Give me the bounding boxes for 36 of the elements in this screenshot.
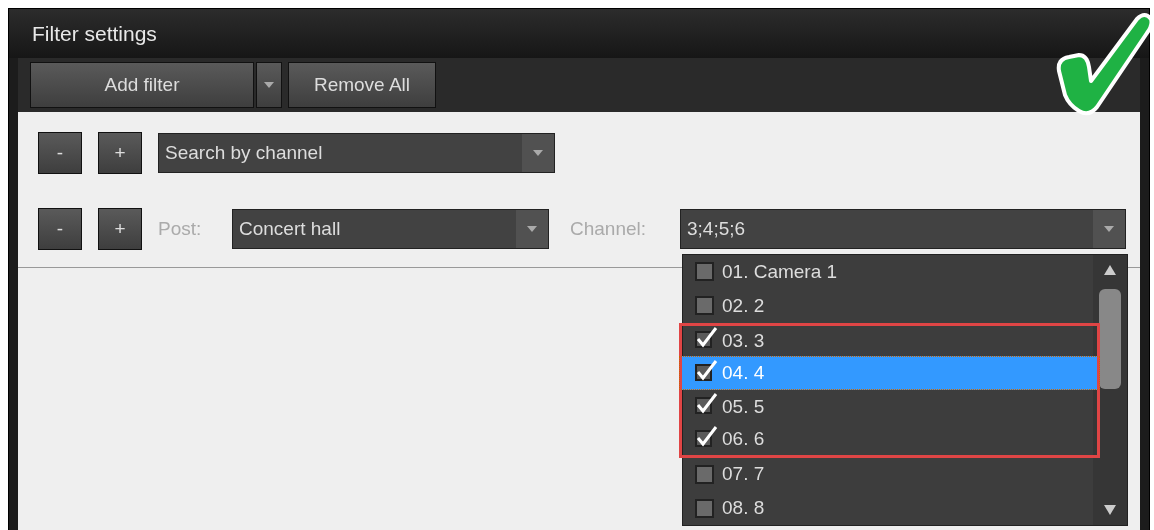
channel-item[interactable]: 02. 2 (685, 288, 1091, 323)
dropdown-arrow-icon (1104, 226, 1114, 232)
checkbox[interactable] (695, 262, 714, 282)
scrollbar[interactable] (1093, 255, 1127, 525)
dropdown-value: Search by channel (164, 141, 324, 165)
channel-item[interactable]: 08. 8 (685, 491, 1091, 526)
dropdown[interactable]: 3;4;5;6 (680, 209, 1126, 249)
scrollbar-thumb[interactable] (1099, 289, 1121, 389)
checked-checkbox-icon[interactable] (694, 358, 718, 383)
dropdown-arrow-icon (264, 82, 274, 88)
checkbox[interactable] (695, 296, 714, 316)
field-label: Channel: (570, 218, 648, 240)
channel-item[interactable]: 07. 7 (685, 457, 1091, 492)
field-label: Post: (158, 218, 203, 240)
channel-item[interactable]: 01. Camera 1 (685, 255, 1091, 289)
scroll-down-icon[interactable] (1104, 505, 1116, 515)
add-condition-button[interactable]: + (98, 208, 142, 250)
dropdown-value: 3;4;5;6 (686, 217, 747, 241)
dropdown-button[interactable] (256, 62, 282, 108)
dropdown[interactable]: Concert hall (232, 209, 549, 249)
remove-filter-button[interactable]: - (38, 208, 82, 250)
scroll-up-icon[interactable] (1104, 265, 1116, 275)
checkbox[interactable] (695, 464, 714, 484)
add-condition-button[interactable]: + (98, 132, 142, 174)
checked-checkbox-icon[interactable] (694, 424, 718, 449)
dropdown[interactable]: Search by channel (158, 133, 555, 173)
checked-checkbox-icon[interactable] (694, 326, 718, 351)
checkbox[interactable] (695, 498, 714, 518)
checked-checkbox-icon[interactable] (694, 392, 718, 417)
remove-filter-button[interactable]: - (38, 132, 82, 174)
dropdown-arrow-icon (533, 150, 543, 156)
dropdown-arrow-icon (527, 226, 537, 232)
window-title: Filter settings (9, 9, 1149, 58)
remove-all-button[interactable]: Remove All (288, 62, 436, 108)
dropdown-value: Concert hall (238, 217, 342, 241)
add-filter-button[interactable]: Add filter (30, 62, 254, 108)
